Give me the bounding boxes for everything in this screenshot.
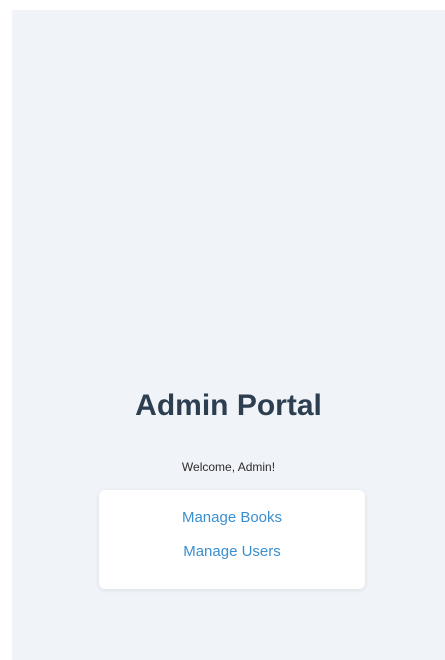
welcome-message: Welcome, Admin! xyxy=(181,460,276,474)
page-title: Admin Portal xyxy=(135,389,322,422)
manage-books-link[interactable]: Manage Books xyxy=(99,509,365,527)
admin-dashboard: Admin Portal Welcome, Admin! Manage Book… xyxy=(12,10,445,660)
admin-menu-card: Manage Books Manage Users xyxy=(99,490,365,589)
manage-users-link[interactable]: Manage Users xyxy=(99,543,365,561)
